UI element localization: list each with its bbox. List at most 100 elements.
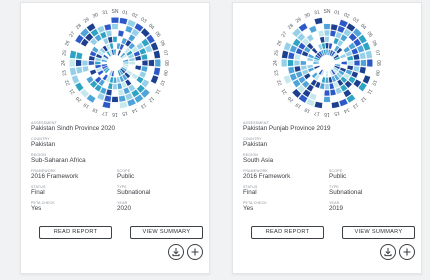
wheel-segment — [317, 88, 325, 96]
pefa-score-wheel: SN 01 02 03 04 05 06 07 08 09 10 11 12 13 14 15 16 17 18 19… — [258, 7, 396, 119]
wheel-indicator-label: 19 — [294, 101, 302, 109]
add-to-list-button[interactable] — [187, 244, 203, 260]
region-value: Sub-Saharan Africa — [31, 157, 86, 164]
country-value: Pakistan — [243, 141, 268, 148]
download-button[interactable] — [380, 244, 396, 260]
plus-icon — [191, 248, 199, 256]
wheel-indicator-label: 15 — [121, 110, 128, 117]
download-button[interactable] — [168, 244, 184, 260]
type-value: Subnational — [117, 189, 151, 196]
wheel-segment — [306, 61, 313, 65]
wheel-indicator-label: 14 — [131, 106, 139, 114]
wheel-segment — [113, 77, 117, 84]
wheel-indicator-label: 04 — [147, 23, 155, 31]
wheel-segment — [347, 60, 354, 66]
wheel-indicator-label: 09 — [374, 70, 381, 77]
wheel-segment — [119, 101, 128, 109]
wheel-indicator-label: 31 — [102, 9, 109, 16]
wheel-indicator-label: 21 — [68, 87, 76, 95]
wheel-segment — [102, 17, 111, 25]
wheel-segment — [324, 83, 330, 90]
view-summary-button[interactable]: VIEW SUMMARY — [130, 226, 203, 239]
wheel-indicator-label: 12 — [359, 95, 367, 103]
wheel-segment — [129, 61, 136, 65]
wheel-segment — [75, 59, 82, 67]
wheel-segment — [81, 59, 89, 67]
wheel-indicator-label: 05 — [365, 31, 373, 39]
wheel-segment — [365, 50, 373, 59]
wheel-segment — [112, 36, 118, 43]
wheel-indicator-label: 27 — [68, 30, 76, 38]
wheel-segment — [300, 60, 307, 66]
wheel-segment — [82, 65, 90, 73]
wheel-segment — [105, 88, 113, 96]
wheel-indicator-label: 16 — [112, 111, 118, 117]
wheel-segment — [352, 53, 360, 61]
read-report-button[interactable]: READ REPORT — [39, 226, 112, 239]
wheel-segment — [148, 59, 155, 67]
wheel-segment — [317, 30, 325, 38]
wheel-segment — [323, 89, 331, 97]
wheel-segment — [314, 101, 323, 109]
wheel-segment — [117, 88, 125, 96]
wheel-segment — [323, 96, 331, 103]
wheel-segment — [117, 30, 125, 38]
wheel-segment — [330, 95, 339, 103]
country-value: Pakistan — [31, 141, 56, 148]
wheel-segment — [359, 51, 367, 60]
wheel-indicator-label: SN — [112, 9, 119, 15]
wheel-indicator-label: 11 — [365, 88, 373, 96]
wheel-indicator-label: 22 — [276, 79, 284, 87]
wheel-segment — [323, 23, 331, 30]
wheel-segment — [103, 23, 112, 31]
wheel-indicator-label: 12 — [147, 95, 155, 103]
wheel-segment — [118, 95, 127, 103]
wheel-indicator-label: SN — [324, 9, 331, 15]
status-value: Final — [243, 189, 257, 196]
view-summary-button[interactable]: VIEW SUMMARY — [342, 226, 415, 239]
wheel-segment — [153, 67, 161, 76]
wheel-indicator-label: 25 — [273, 50, 280, 57]
wheel-segment — [359, 66, 367, 75]
wheel-segment — [110, 17, 120, 24]
wheel-segment — [281, 58, 288, 68]
wheel-indicator-label: 10 — [158, 79, 166, 87]
wheel-segment — [140, 65, 148, 73]
wheel-indicator-label: 10 — [370, 79, 378, 87]
wheel-indicator-label: 05 — [153, 31, 161, 39]
wheel-segment — [111, 96, 119, 103]
wheel-segment — [294, 65, 302, 73]
wheel-indicator-label: 03 — [139, 16, 147, 24]
wheel-segment — [69, 58, 76, 68]
wheel-segment — [325, 77, 329, 84]
wheel-segment — [360, 59, 367, 67]
wheel-segment — [113, 42, 117, 49]
wheel-indicator-label: 09 — [162, 70, 169, 77]
wheel-segment — [329, 30, 337, 38]
wheel-indicator-label: 17 — [102, 110, 109, 117]
wheel-segment — [112, 83, 118, 90]
wheel-indicator-label: 31 — [314, 9, 321, 16]
wheel-indicator-label: 24 — [61, 60, 67, 66]
wheel-indicator-label: 29 — [83, 16, 91, 24]
wheel-indicator-label: 28 — [75, 23, 83, 31]
wheel-indicator-label: 04 — [359, 23, 367, 31]
wheel-segment — [105, 30, 113, 38]
wheel-indicator-label: 06 — [158, 40, 166, 48]
assessment-name: Pakistan Sindh Province 2020 — [31, 125, 116, 132]
wheel-indicator-label: 14 — [343, 106, 351, 114]
download-icon — [384, 248, 392, 257]
wheel-segment — [287, 59, 294, 67]
wheel-segment — [75, 66, 83, 75]
year-value: 2019 — [329, 205, 344, 212]
wheel-indicator-label: 07 — [162, 50, 169, 57]
wheel-indicator-label: 01 — [334, 9, 341, 16]
wheel-segment — [329, 88, 337, 96]
add-to-list-button[interactable] — [399, 244, 415, 260]
wheel-segment — [82, 53, 90, 61]
wheel-segment — [135, 60, 142, 66]
wheel-indicator-label: 23 — [61, 69, 68, 76]
wheel-indicator-label: 18 — [304, 106, 312, 114]
wheel-segment — [102, 101, 111, 109]
read-report-button[interactable]: READ REPORT — [251, 226, 324, 239]
